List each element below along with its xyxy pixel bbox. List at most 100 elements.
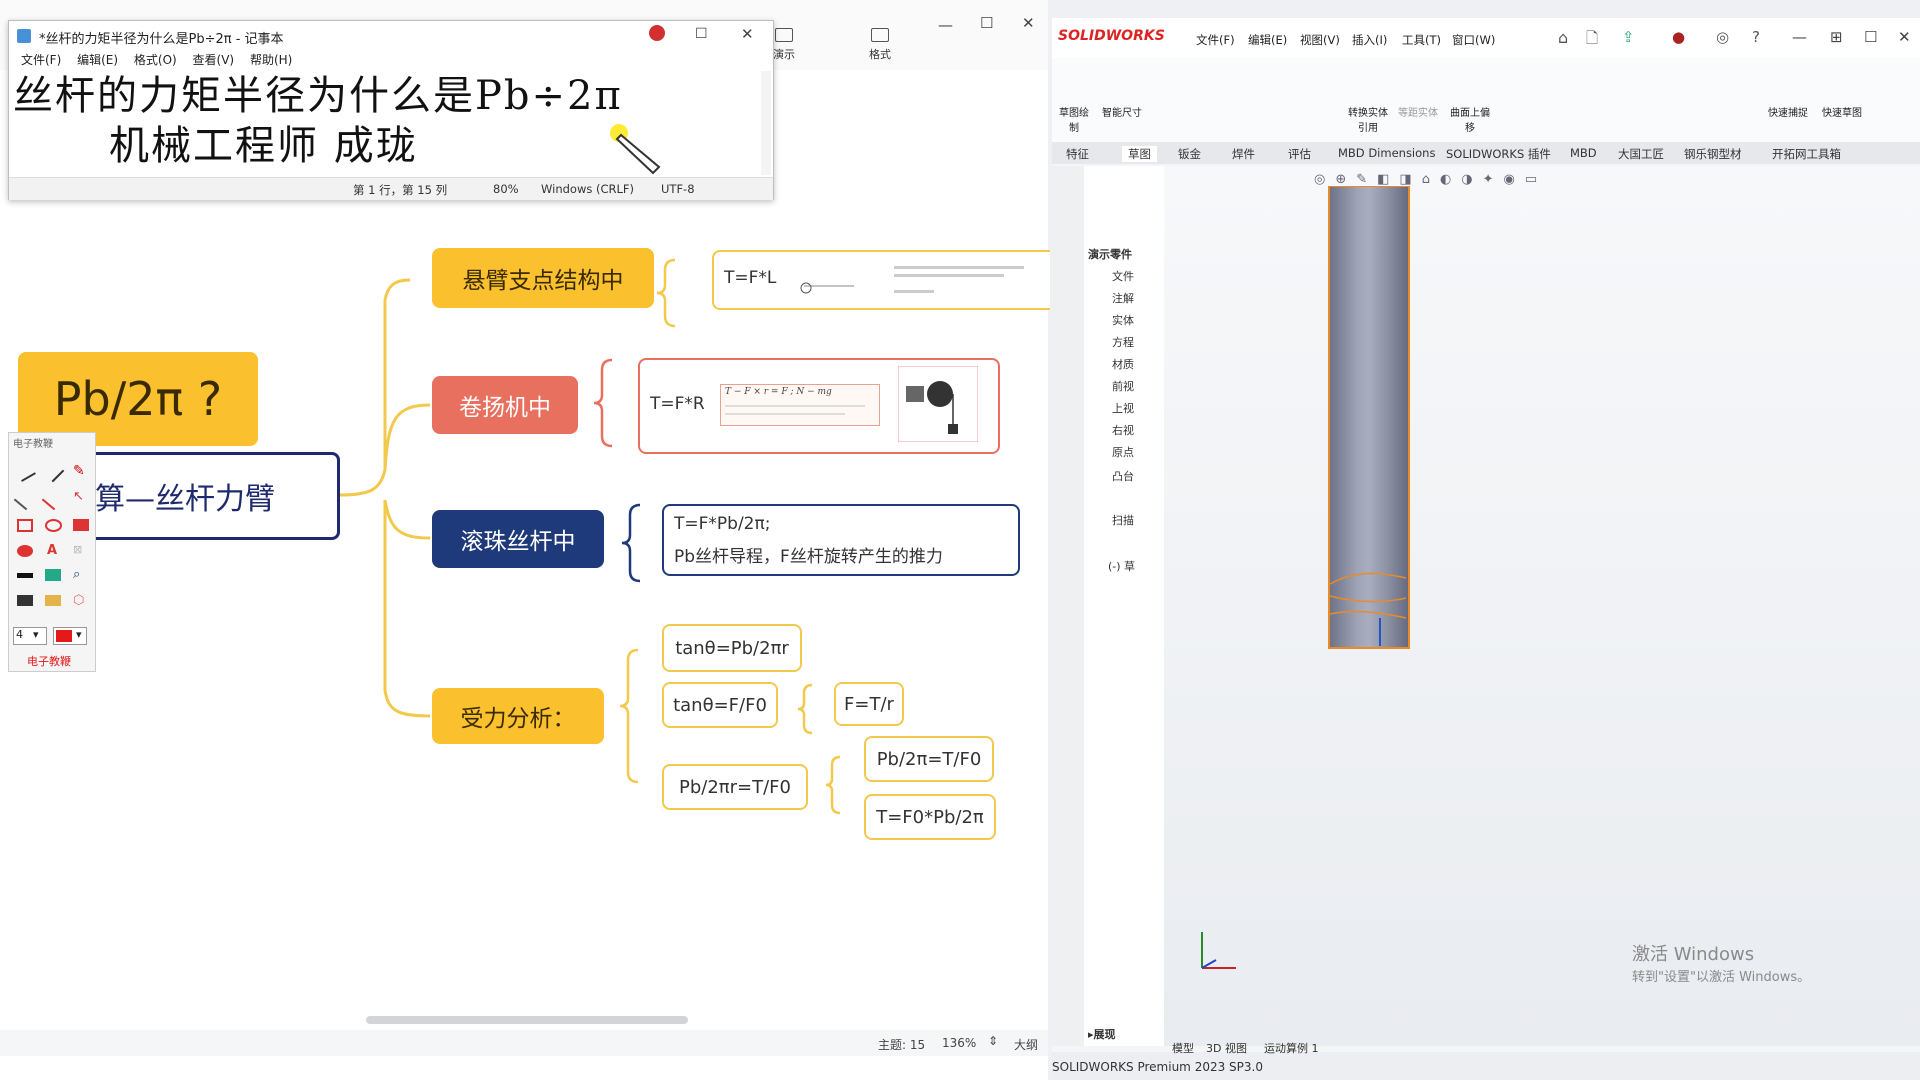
ribbon-quick-sketch[interactable]: 快速草图 (1822, 104, 1862, 119)
eraser-icon[interactable] (14, 460, 36, 482)
red-line-icon[interactable] (41, 487, 65, 511)
tree-solid-bodies[interactable]: 实体 (1112, 312, 1134, 328)
tree-top-plane[interactable]: 上视 (1112, 400, 1134, 416)
pen-size-select[interactable]: 4 ▾ (13, 627, 47, 645)
ballscrew-detail[interactable]: T=F*Pb/2π; Pb丝杆导程，F丝杆旋转产生的推力 (662, 504, 1020, 576)
tree-material[interactable]: 材质 (1112, 356, 1134, 372)
filled-rectangle-icon[interactable] (73, 519, 89, 531)
tab-features[interactable]: 特征 (1066, 146, 1089, 162)
tree-file[interactable]: 文件 (1112, 268, 1134, 284)
text-tool-icon[interactable]: A (47, 543, 63, 558)
ribbon-quick-snap[interactable]: 快速捕捉 (1768, 104, 1808, 119)
tab-craftsman[interactable]: 大国工匠 (1618, 146, 1664, 162)
ellipse-icon[interactable] (45, 519, 62, 532)
bottom-tab-model[interactable]: 模型 (1172, 1040, 1194, 1056)
line-icon[interactable] (13, 487, 37, 511)
save-icon[interactable] (17, 595, 33, 606)
sw-menu-edit[interactable]: 编辑(E) (1248, 32, 1287, 48)
sw-tile-icon[interactable]: ⊞ (1830, 28, 1843, 46)
sw-menu-view[interactable]: 视图(V) (1300, 32, 1340, 48)
notepad-maximize-icon[interactable]: ☐ (695, 26, 708, 42)
notepad-scrollbar[interactable] (761, 71, 771, 175)
horizontal-scrollbar[interactable] (366, 1016, 688, 1024)
zoom-level[interactable]: 136% (942, 1036, 976, 1050)
highlighter-icon[interactable]: ✎ (73, 463, 89, 479)
menu-view[interactable]: 查看(V) (193, 53, 235, 67)
bottom-tab-motion-study[interactable]: 运动算例 1 (1264, 1040, 1319, 1056)
branch-cantilever[interactable]: 悬臂支点结构中 (432, 248, 654, 308)
pen-color-select[interactable]: ▾ (53, 627, 87, 645)
menu-file[interactable]: 文件(F) (21, 53, 61, 67)
menu-edit[interactable]: 编辑(E) (77, 53, 118, 67)
tab-sketch[interactable]: 草图 (1122, 146, 1157, 162)
tab-evaluate[interactable]: 评估 (1288, 146, 1311, 162)
sw-close-icon[interactable]: ✕ (1898, 28, 1911, 46)
sw-menu-tools[interactable]: 工具(T) (1402, 32, 1441, 48)
tab-steel-profile[interactable]: 钢乐钢型材 (1684, 146, 1742, 162)
tab-sheet-metal[interactable]: 钣金 (1178, 146, 1201, 162)
sw-menu-insert[interactable]: 插入(I) (1352, 32, 1387, 48)
center-topic-node[interactable]: 算—丝杆力臂 (84, 452, 340, 540)
traffic-light-icon[interactable]: ● (1672, 28, 1685, 46)
ribbon-sketch[interactable]: 草图绘制 (1056, 104, 1092, 134)
sw-menu-window[interactable]: 窗口(W) (1452, 32, 1495, 48)
zoom-icon[interactable]: ⌕ (73, 567, 89, 582)
menu-format[interactable]: 格式(O) (134, 53, 177, 67)
notepad-close-icon[interactable]: ✕ (741, 25, 754, 43)
arrow-icon[interactable]: ↖ (73, 489, 89, 504)
force-formula-6[interactable]: T=F0*Pb/2π (864, 794, 996, 840)
outline-button[interactable]: 大纲 (1014, 1036, 1038, 1053)
tree-right-plane[interactable]: 右视 (1112, 422, 1134, 438)
open-folder-icon[interactable] (45, 595, 61, 606)
force-formula-1[interactable]: tanθ=Pb/2πr (662, 624, 802, 672)
branch-winch[interactable]: 卷扬机中 (432, 376, 578, 434)
force-formula-2[interactable]: tanθ=F/F0 (662, 682, 778, 728)
tab-weldments[interactable]: 焊件 (1232, 146, 1255, 162)
sw-minimize-icon[interactable]: — (1792, 28, 1807, 46)
tree-equations[interactable]: 方程 (1112, 334, 1134, 350)
tree-boss[interactable]: 凸台 (1112, 468, 1134, 484)
record-icon[interactable] (649, 25, 665, 41)
tree-origin[interactable]: 原点 (1112, 444, 1134, 460)
force-formula-5[interactable]: Pb/2π=T/F0 (864, 736, 994, 782)
screen-icon[interactable] (45, 569, 61, 581)
clear-icon[interactable]: ⊠ (73, 543, 89, 557)
user-icon[interactable]: ◎ (1716, 28, 1729, 46)
sw-maximize-icon[interactable]: ☐ (1864, 28, 1877, 46)
help-icon[interactable]: ? (1752, 28, 1760, 46)
tree-sketch[interactable]: (-) 草 (1108, 558, 1135, 574)
home-icon[interactable]: ⌂ (1558, 28, 1568, 47)
force-formula-4[interactable]: Pb/2πr=T/F0 (662, 764, 808, 810)
sw-menu-file[interactable]: 文件(F) (1196, 32, 1235, 48)
tree-annotations[interactable]: 注解 (1112, 290, 1134, 306)
pen-icon[interactable] (41, 459, 65, 483)
tree-front-plane[interactable]: 前视 (1112, 378, 1134, 394)
tree-sweep[interactable]: 扫描 (1112, 512, 1134, 528)
open-icon[interactable]: ⇪ (1622, 28, 1635, 46)
ribbon-convert-entities[interactable]: 转换实体引用 (1348, 104, 1388, 134)
ballscrew-formula: T=F*Pb/2π; (674, 514, 771, 534)
force-formula-3[interactable]: F=T/r (834, 682, 904, 726)
line-width-icon[interactable] (17, 573, 33, 578)
branch-force-analysis[interactable]: 受力分析： (432, 688, 604, 744)
winch-detail[interactable]: T=F*R T − F × r = F ; N − mg (638, 358, 1000, 454)
bottom-tab-3d-view[interactable]: 3D 视图 (1206, 1040, 1247, 1056)
tree-collapse-label[interactable]: ▸展现 (1088, 1026, 1116, 1042)
menu-help[interactable]: 帮助(H) (250, 53, 292, 67)
ribbon-offset-surface[interactable]: 曲面上偏移 (1448, 104, 1492, 134)
tab-toolbox[interactable]: 开拓网工具箱 (1772, 146, 1841, 162)
branch-ballscrew[interactable]: 滚珠丝杆中 (432, 510, 604, 568)
rectangle-icon[interactable] (17, 519, 33, 532)
graphics-viewport[interactable]: ◎⊕✎◧◨⌂◐◑✦◉▭ (1164, 166, 1920, 1046)
cantilever-detail[interactable]: T=F*L (712, 250, 1050, 310)
tab-mbd[interactable]: MBD (1570, 146, 1597, 160)
ribbon-smart-dimension[interactable]: 智能尺寸 (1102, 104, 1142, 119)
new-document-icon[interactable]: 🗋 (1586, 28, 1598, 53)
filled-ellipse-icon[interactable] (17, 545, 33, 557)
tab-mbd-dimensions[interactable]: MBD Dimensions (1338, 146, 1435, 160)
tree-root[interactable]: 演示零件 (1088, 246, 1132, 262)
shape-icon[interactable]: ⬡ (73, 593, 89, 608)
ribbon-offset-entities[interactable]: 等距实体 (1398, 104, 1438, 119)
tab-addins[interactable]: SOLIDWORKS 插件 (1446, 146, 1551, 162)
zoom-stepper-icon[interactable]: ⇕ (988, 1034, 998, 1048)
